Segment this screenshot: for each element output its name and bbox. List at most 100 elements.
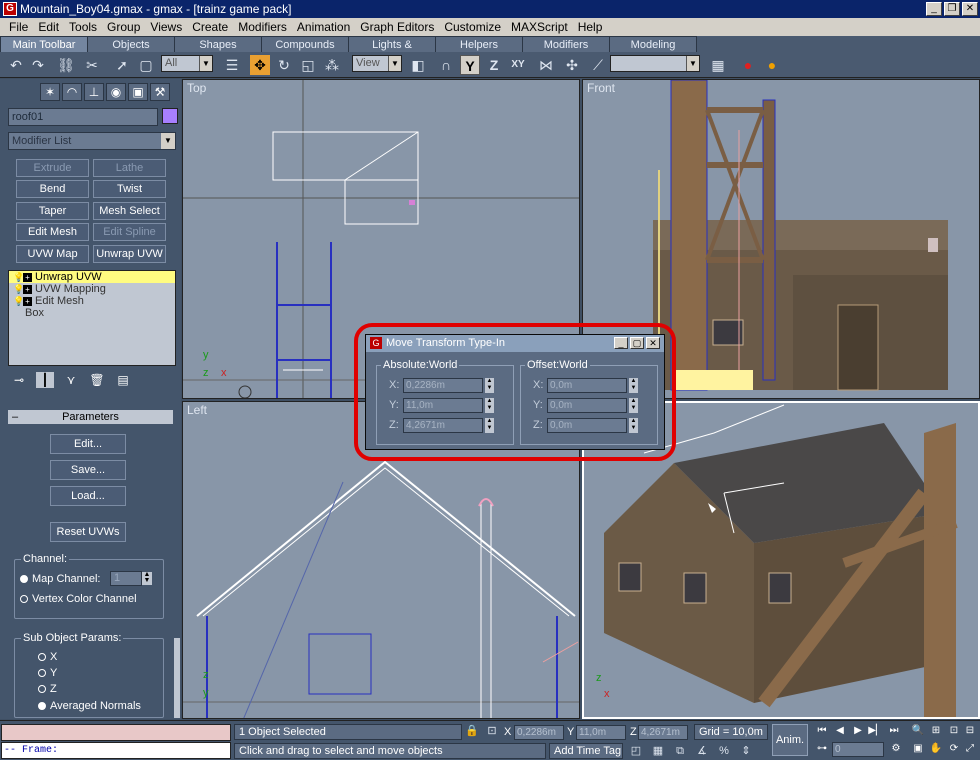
time-config-icon[interactable]: ⚙ [888, 742, 904, 756]
stack-item-unwrap-uvw[interactable]: 💡+ Unwrap UVW [9, 271, 175, 283]
spinner-arrows-icon[interactable]: ▲ ▼ [629, 418, 638, 433]
pin-stack-icon[interactable]: ⊸ [10, 372, 28, 388]
go-to-start-icon[interactable]: ⏮ [814, 724, 830, 738]
current-frame-field[interactable]: 0 [832, 742, 884, 757]
menu-animation[interactable]: Animation [292, 18, 355, 36]
offset-y-input[interactable]: 0,0m [547, 398, 627, 413]
coord-x-field[interactable]: 0,2286m [514, 725, 564, 740]
restore-button[interactable]: ❐ [944, 2, 960, 16]
mirror-icon[interactable]: ⋈ [536, 55, 556, 75]
maximize-viewport-icon[interactable]: ⤢ [962, 742, 978, 756]
menu-file[interactable]: File [4, 18, 33, 36]
zoom-icon[interactable]: 🔍 [910, 724, 926, 738]
menu-tools[interactable]: Tools [64, 18, 102, 36]
key-mode-icon[interactable]: ⊶ [814, 742, 830, 756]
lathe-button[interactable]: Lathe [93, 159, 166, 177]
load-uvw-button[interactable]: Load... [50, 486, 126, 506]
spinner-arrows-icon[interactable]: ▲ ▼ [142, 571, 152, 585]
spinner-snap-icon[interactable]: ⇕ [738, 743, 754, 759]
pan-icon[interactable]: ✋ [928, 742, 944, 756]
axis-x-radio[interactable]: X [38, 651, 57, 663]
dialog-close-button[interactable]: ✕ [646, 337, 660, 349]
vertex-color-radio[interactable]: Vertex Color Channel [20, 593, 137, 605]
command-panel-scrollbar[interactable] [174, 638, 180, 718]
object-name-field[interactable]: roof01 [8, 108, 158, 126]
absolute-y-input[interactable]: 11,0m [403, 398, 483, 413]
make-unique-icon[interactable]: ⋎ [62, 372, 80, 388]
select-by-name-icon[interactable]: ☰ [222, 55, 242, 75]
spinner-arrows-icon[interactable]: ▲ ▼ [485, 418, 494, 433]
menu-help[interactable]: Help [573, 18, 608, 36]
selection-filter-dropdown[interactable]: All ▼ [161, 55, 213, 72]
hierarchy-tab-icon[interactable]: ⊥ [84, 83, 104, 101]
tab-objects[interactable]: Objects [87, 36, 175, 52]
minimize-button[interactable]: _ [926, 2, 942, 16]
spinner-arrows-icon[interactable]: ▲ ▼ [629, 398, 638, 413]
display-tab-icon[interactable]: ▣ [128, 83, 148, 101]
create-tab-icon[interactable]: ✶ [40, 83, 60, 101]
maxscript-listener-field[interactable] [1, 724, 231, 741]
spinner-arrows-icon[interactable]: ▲ ▼ [485, 398, 494, 413]
select-link-icon[interactable]: ⛓ [56, 55, 76, 75]
move-icon[interactable]: ✥ [250, 55, 270, 75]
edit-spline-button[interactable]: Edit Spline [93, 223, 166, 241]
coord-z-field[interactable]: 4,2671m [638, 725, 688, 740]
animate-button[interactable]: Anim. [772, 724, 808, 756]
material-editor-icon[interactable]: ● [738, 55, 758, 75]
rotate-icon[interactable]: ↻ [274, 55, 294, 75]
unwrap-uvw-button[interactable]: Unwrap UVW [93, 245, 166, 263]
lightbulb-icon[interactable]: 💡 [13, 283, 24, 295]
axis-z-radio[interactable]: Z [38, 683, 57, 695]
tab-compounds[interactable]: Compounds [261, 36, 349, 52]
extrude-button[interactable]: Extrude [16, 159, 89, 177]
unlink-icon[interactable]: ✂ [82, 55, 102, 75]
lightbulb-icon[interactable]: 💡 [13, 295, 24, 307]
render-icon[interactable]: ● [762, 55, 782, 75]
add-time-tag-button[interactable]: Add Time Tag [549, 743, 623, 759]
pivot-center-icon[interactable]: ◧ [408, 55, 428, 75]
tab-main-toolbar[interactable]: Main Toolbar [0, 36, 88, 52]
ref-coord-dropdown[interactable]: View ▼ [352, 55, 402, 72]
percent-snap-icon[interactable]: % [716, 743, 732, 759]
spinner-arrows-icon[interactable]: ▲ ▼ [485, 378, 494, 393]
next-frame-icon[interactable]: ▶▏ [868, 724, 884, 738]
absolute-x-input[interactable]: 0,2286m [403, 378, 483, 393]
region-select-icon[interactable]: ▢ [136, 55, 156, 75]
modify-tab-icon[interactable]: ◠ [62, 83, 82, 101]
edit-uvw-button[interactable]: Edit... [50, 434, 126, 454]
restrict-xy-icon[interactable]: XY [508, 55, 528, 75]
viewport-label-front[interactable]: Front [587, 81, 615, 95]
dialog-title-bar[interactable]: G Move Transform Type-In _ ▢ ✕ [366, 335, 664, 352]
map-channel-spinner[interactable]: 1 ▲ ▼ [110, 571, 152, 586]
menu-create[interactable]: Create [187, 18, 233, 36]
menu-edit[interactable]: Edit [33, 18, 64, 36]
expand-icon[interactable]: + [23, 273, 32, 282]
restrict-z-icon[interactable]: Z [484, 55, 504, 75]
arc-rotate-icon[interactable]: ⟳ [946, 742, 962, 756]
configure-sets-icon[interactable]: ▤ [114, 372, 132, 388]
parameters-rollout-header[interactable]: – Parameters [8, 410, 173, 424]
named-selection-dropdown[interactable]: ▼ [610, 55, 700, 72]
scale-icon[interactable]: ◱ [298, 55, 318, 75]
twist-button[interactable]: Twist [93, 180, 166, 198]
restrict-y-icon[interactable]: Y [460, 55, 480, 75]
menu-group[interactable]: Group [102, 18, 145, 36]
magnet-icon[interactable]: ∩ [436, 55, 456, 75]
offset-z-input[interactable]: 0,0m [547, 418, 627, 433]
manipulate-icon[interactable]: ⁂ [322, 55, 342, 75]
bend-button[interactable]: Bend [16, 180, 89, 198]
go-to-end-icon[interactable]: ⏭ [886, 724, 902, 738]
select-arrow-icon[interactable]: ➚ [112, 55, 132, 75]
align-icon[interactable]: ✣ [562, 55, 582, 75]
dialog-minimize-button[interactable]: _ [614, 337, 628, 349]
averaged-normals-checkbox[interactable]: Averaged Normals [38, 700, 141, 712]
menu-modifiers[interactable]: Modifiers [233, 18, 292, 36]
snap-toggle-icon[interactable]: ⧉ [672, 743, 688, 759]
named-selection-icon[interactable]: ▦ [708, 55, 728, 75]
zoom-extents-all-icon[interactable]: ⊟ [962, 724, 978, 738]
coord-y-field[interactable]: 11,0m [576, 725, 626, 740]
show-end-result-icon[interactable]: ┃ [36, 372, 54, 388]
maxscript-frame-line[interactable]: -- Frame: [1, 742, 231, 759]
modifier-list-dropdown[interactable]: Modifier List ▼ [8, 132, 176, 150]
offset-x-input[interactable]: 0,0m [547, 378, 627, 393]
